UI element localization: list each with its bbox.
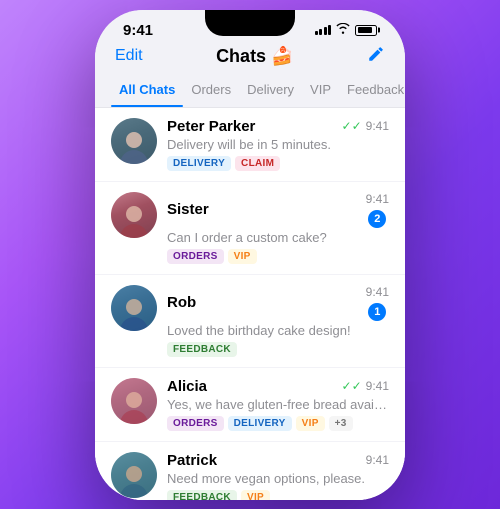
signal-icon [315, 25, 332, 35]
chat-preview: Can I order a custom cake? [167, 230, 389, 245]
read-check-icon: ✓✓ [342, 379, 362, 393]
tab-all-chats[interactable]: All Chats [111, 74, 183, 107]
unread-badge: 2 [368, 210, 386, 228]
chat-item-alicia[interactable]: Alicia ✓✓ 9:41 Yes, we have gluten-free … [95, 368, 405, 442]
nav-bar: Edit Chats 🍰 [95, 43, 405, 74]
unread-badge: 1 [368, 303, 386, 321]
chat-item-sister[interactable]: Sister 9:41 2 Can I order a custom cake?… [95, 182, 405, 275]
chat-time: 9:41 [366, 453, 389, 467]
chat-name: Alicia [167, 378, 207, 395]
notch [205, 10, 295, 36]
tab-feedback[interactable]: Feedback [339, 74, 405, 107]
tag-vip: VIP [228, 249, 257, 264]
avatar-rob [111, 285, 157, 331]
tag-more: +3 [329, 416, 353, 431]
avatar-alicia [111, 378, 157, 424]
tab-vip[interactable]: VIP [302, 74, 339, 107]
tag-delivery: DELIVERY [228, 416, 292, 431]
chat-name: Patrick [167, 452, 217, 469]
status-icons [315, 23, 378, 37]
tag-vip: VIP [296, 416, 325, 431]
chat-time: 9:41 [366, 192, 389, 206]
avatar-sister [111, 192, 157, 238]
tag-feedback: FEEDBACK [167, 490, 237, 500]
tabs-bar: All Chats Orders Delivery VIP Feedback [95, 74, 405, 108]
tag-orders: ORDERS [167, 249, 224, 264]
tag-feedback: FEEDBACK [167, 342, 237, 357]
avatar-patrick [111, 452, 157, 498]
chat-item-patrick[interactable]: Patrick 9:41 Need more vegan options, pl… [95, 442, 405, 500]
wifi-icon [336, 23, 350, 37]
chat-list: Peter Parker ✓✓ 9:41 Delivery will be in… [95, 108, 405, 500]
chat-name: Rob [167, 294, 196, 311]
chat-content-peter: Peter Parker ✓✓ 9:41 Delivery will be in… [167, 118, 389, 171]
tab-orders[interactable]: Orders [183, 74, 239, 107]
tag-claim: CLAIM [235, 156, 280, 171]
chat-tags: ORDERS DELIVERY VIP +3 [167, 416, 389, 431]
chat-tags: FEEDBACK VIP [167, 490, 389, 500]
tag-delivery: DELIVERY [167, 156, 231, 171]
chat-content-patrick: Patrick 9:41 Need more vegan options, pl… [167, 452, 389, 500]
chat-preview: Yes, we have gluten-free bread available… [167, 397, 389, 412]
chat-name: Peter Parker [167, 118, 255, 135]
chat-name: Sister [167, 201, 209, 218]
chat-content-rob: Rob 9:41 1 Loved the birthday cake desig… [167, 285, 389, 357]
compose-button[interactable] [367, 45, 385, 68]
chat-content-alicia: Alicia ✓✓ 9:41 Yes, we have gluten-free … [167, 378, 389, 431]
chat-tags: FEEDBACK [167, 342, 389, 357]
phone-frame: 9:41 Edit Chats 🍰 [95, 10, 405, 500]
chat-item-peter-parker[interactable]: Peter Parker ✓✓ 9:41 Delivery will be in… [95, 108, 405, 182]
chat-tags: DELIVERY CLAIM [167, 156, 389, 171]
tab-delivery[interactable]: Delivery [239, 74, 302, 107]
nav-title: Chats 🍰 [216, 46, 293, 67]
chat-time: 9:41 [366, 285, 389, 299]
tag-vip: VIP [241, 490, 270, 500]
chat-preview: Loved the birthday cake design! [167, 323, 389, 338]
read-check-icon: ✓✓ [342, 119, 362, 133]
chat-preview: Need more vegan options, please. [167, 471, 389, 486]
chat-content-sister: Sister 9:41 2 Can I order a custom cake?… [167, 192, 389, 264]
avatar-peter-parker [111, 118, 157, 164]
chat-time: 9:41 [366, 379, 389, 393]
tag-orders: ORDERS [167, 416, 224, 431]
status-time: 9:41 [123, 22, 153, 39]
chat-time: 9:41 [366, 119, 389, 133]
edit-button[interactable]: Edit [115, 47, 143, 65]
chat-preview: Delivery will be in 5 minutes. [167, 137, 389, 152]
chat-tags: ORDERS VIP [167, 249, 389, 264]
battery-icon [355, 25, 377, 36]
chat-item-rob[interactable]: Rob 9:41 1 Loved the birthday cake desig… [95, 275, 405, 368]
